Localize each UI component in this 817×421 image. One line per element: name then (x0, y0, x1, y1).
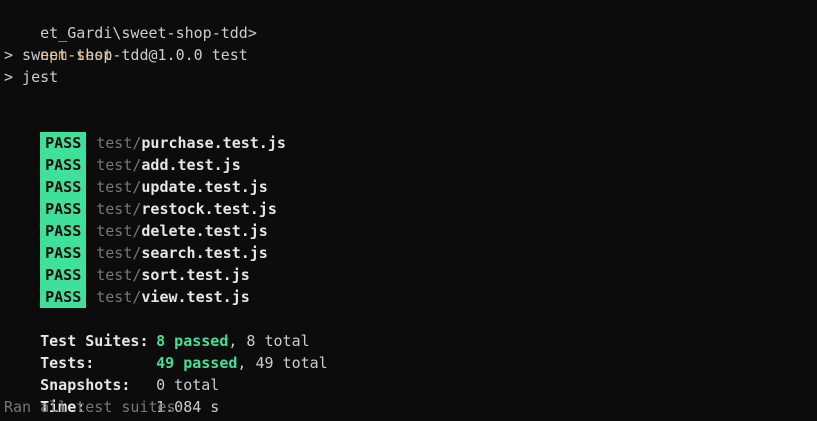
test-result-row: PASS test/restock.test.js (4, 176, 277, 220)
prompt-line: et_Gardi\sweet-shop-tdd> npm test (4, 0, 257, 64)
test-result-row: PASS test/delete.test.js (4, 198, 268, 242)
npm-jest-line: > jest (4, 68, 59, 86)
test-result-row: PASS test/purchase.test.js (4, 110, 286, 154)
file-name: view.test.js (141, 288, 250, 306)
summary-test-suites: Test Suites: 8 passed, 8 total (4, 308, 310, 350)
test-result-row: PASS test/sort.test.js (4, 242, 250, 286)
summary-total: , 49 total (237, 354, 328, 372)
test-result-row: PASS test/add.test.js (4, 132, 241, 176)
ran-all-line: Ran all test suites. (4, 398, 185, 416)
file-dir: test/ (96, 288, 142, 306)
npm-script-line: > sweet-shop-tdd@1.0.0 test (4, 46, 248, 64)
summary-snapshots: Snapshots: 0 total (4, 352, 219, 394)
pass-badge: PASS (40, 286, 87, 308)
terminal-window[interactable]: et_Gardi\sweet-shop-tdd> npm test > swee… (0, 0, 817, 421)
test-result-row: PASS test/view.test.js (4, 264, 250, 308)
prompt-path: et_Gardi\sweet-shop-tdd> (40, 24, 257, 42)
test-result-row: PASS test/update.test.js (4, 154, 268, 198)
summary-time: Time: 1.084 s (4, 374, 219, 416)
test-result-row: PASS test/search.test.js (4, 220, 268, 264)
summary-tests: Tests: 49 passed, 49 total (4, 330, 328, 372)
